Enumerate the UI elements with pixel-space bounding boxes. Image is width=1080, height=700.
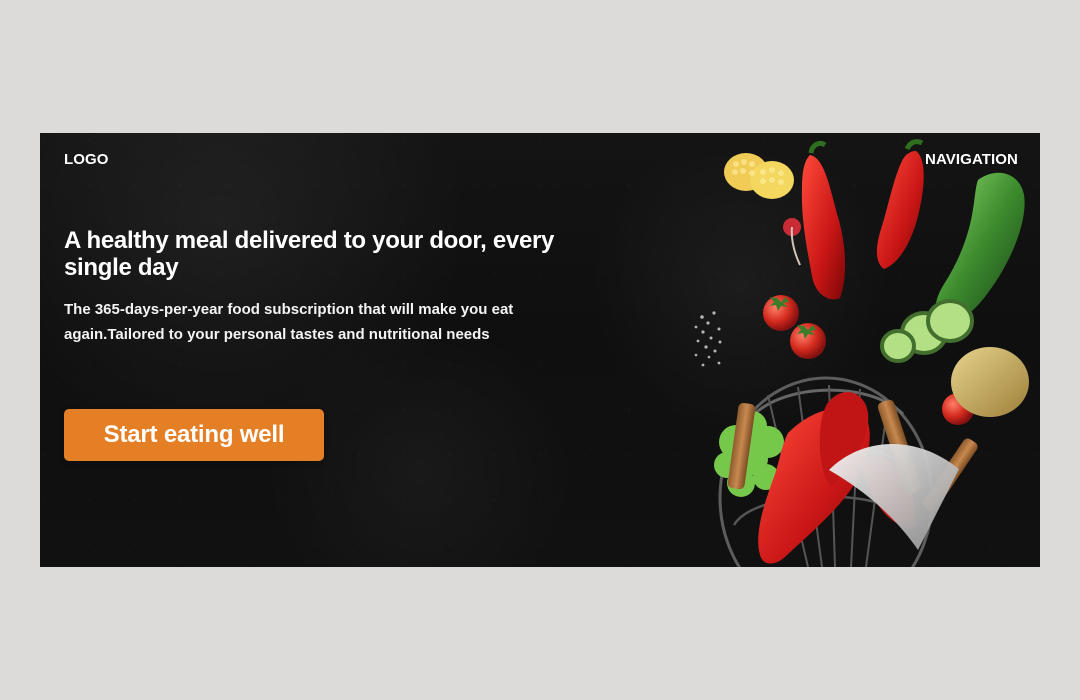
red-pepper-icon xyxy=(876,151,924,269)
tomato-icon xyxy=(763,295,799,331)
seed-cluster-icon xyxy=(694,311,722,367)
hero-headline: A healthy meal delivered to your door, e… xyxy=(64,227,555,281)
hero-section: LOGO NAVIGATION A healthy meal delivered… xyxy=(40,133,1040,567)
tomato-icon xyxy=(790,323,826,359)
navigation-link[interactable]: NAVIGATION xyxy=(925,151,1018,168)
corn-icon xyxy=(724,153,794,199)
potato-icon xyxy=(951,347,1029,417)
red-pepper-icon xyxy=(801,155,846,300)
food-illustration xyxy=(694,139,1029,567)
start-eating-well-button[interactable]: Start eating well xyxy=(64,409,324,461)
hero-subtext: The 365-days-per-year food subscription … xyxy=(64,301,514,343)
hero-content: A healthy meal delivered to your door, e… xyxy=(64,227,564,347)
logo[interactable]: LOGO xyxy=(64,151,109,168)
